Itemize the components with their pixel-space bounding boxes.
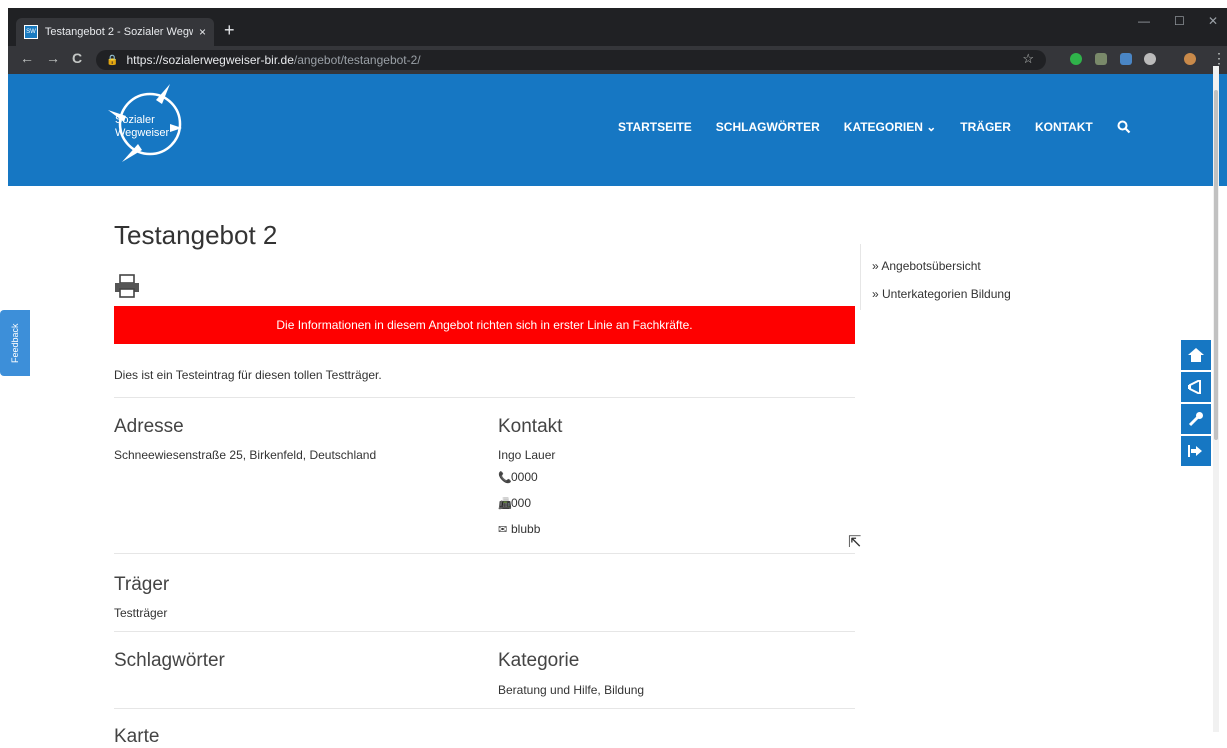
close-window-icon[interactable]: ✕ [1208, 14, 1218, 28]
reload-icon[interactable]: C [72, 50, 82, 66]
divider [114, 708, 855, 709]
fax-icon: 📠 [498, 498, 512, 510]
megaphone-icon [1188, 380, 1201, 394]
nav-traeger[interactable]: TRÄGER [960, 120, 1011, 134]
forward-icon[interactable]: → [46, 50, 60, 66]
logo-text: Sozialer Wegweiser [115, 114, 169, 140]
browser-toolbar: ← → C 🔒 https://sozialerwegweiser-bir.de… [8, 46, 1227, 74]
home-icon [1188, 348, 1204, 362]
fax-row: 📠000 [498, 496, 531, 510]
traeger-heading: Träger [114, 574, 170, 595]
fax-value: 000 [511, 496, 532, 510]
phone-value: 0000 [511, 470, 538, 484]
contact-heading: Kontakt [498, 416, 563, 437]
divider [114, 397, 855, 398]
phone-icon: 📞 [498, 472, 512, 484]
scrollbar-thumb[interactable] [1214, 90, 1218, 440]
nav-kategorien[interactable]: KATEGORIEN ⌄ [844, 120, 937, 134]
page-title: Testangebot 2 [114, 220, 278, 250]
back-icon[interactable]: ← [20, 50, 34, 66]
tab-title: Testangebot 2 - Sozialer Wegweiser [44, 26, 193, 38]
contact-name: Ingo Lauer [498, 448, 556, 462]
menu-icon[interactable]: ⋮ [1212, 50, 1226, 67]
announce-float-button[interactable] [1181, 372, 1211, 402]
alert-banner: Die Informationen in diesem Angebot rich… [114, 306, 855, 344]
logo-line-1: Sozialer [115, 114, 155, 126]
evernote-extension-icon[interactable] [1070, 53, 1082, 65]
mouse-cursor-icon: ⇱ [848, 534, 862, 551]
divider [114, 553, 855, 554]
karte-heading: Karte [114, 726, 160, 747]
feedback-tab[interactable]: Feedback [0, 310, 30, 376]
tab-bar: SW Testangebot 2 - Sozialer Wegweiser × … [8, 8, 1227, 46]
schlagwoerter-heading: Schlagwörter [114, 650, 225, 671]
divider [114, 631, 855, 632]
tab-close-icon[interactable]: × [199, 25, 206, 39]
url-path: /angebot/testangebot-2/ [293, 53, 421, 67]
profile-avatar[interactable] [1184, 53, 1196, 65]
lock-icon: 🔒 [106, 54, 119, 66]
home-float-button[interactable] [1181, 340, 1211, 370]
extension-badge-icon[interactable] [1120, 53, 1132, 65]
maximize-icon[interactable]: ☐ [1174, 14, 1185, 28]
new-tab-button[interactable]: + [224, 20, 235, 40]
kategorie-heading: Kategorie [498, 650, 580, 671]
kategorie-value[interactable]: Beratung und Hilfe, Bildung [498, 683, 644, 697]
search-icon[interactable] [1117, 120, 1131, 134]
sidebar-link-angebotsuebersicht[interactable]: » Angebotsübersicht [872, 259, 981, 273]
envelope-icon: ✉ [498, 524, 508, 536]
address-value: Schneewiesenstraße 25, Birkenfeld, Deuts… [114, 448, 377, 462]
traeger-link[interactable]: Testträger [114, 606, 167, 620]
sign-out-icon [1188, 445, 1202, 457]
bookmark-star-icon[interactable]: ☆ [1022, 51, 1034, 67]
email-row: ✉ blubb [498, 522, 540, 536]
extension-icon[interactable] [1095, 53, 1107, 65]
phone-row: 📞0000 [498, 470, 538, 484]
cursor-extension-icon[interactable] [1144, 53, 1156, 65]
browser-tab[interactable]: SW Testangebot 2 - Sozialer Wegweiser × [16, 18, 214, 46]
minimize-icon[interactable]: — [1138, 14, 1150, 28]
main-nav: STARTSEITE SCHLAGWÖRTER KATEGORIEN ⌄ TRÄ… [618, 120, 1131, 134]
sidebar-divider [860, 244, 861, 310]
favicon-icon: SW [24, 25, 38, 39]
logo-line-2: Wegweiser [115, 127, 170, 139]
nav-schlagwoerter[interactable]: SCHLAGWÖRTER [716, 120, 820, 134]
address-bar[interactable]: 🔒 https://sozialerwegweiser-bir.de /ange… [96, 50, 1046, 70]
address-heading: Adresse [114, 416, 184, 437]
wrench-icon [1188, 412, 1203, 427]
nav-kontakt[interactable]: KONTAKT [1035, 120, 1093, 134]
email-link[interactable]: blubb [511, 522, 540, 536]
url-host: https://sozialerwegweiser-bir.de [126, 53, 294, 67]
sidebar-link-unterkategorien[interactable]: » Unterkategorien Bildung [872, 287, 1011, 301]
logout-float-button[interactable] [1181, 436, 1211, 466]
description: Dies ist ein Testeintrag für diesen toll… [114, 368, 382, 382]
print-icon[interactable] [114, 274, 140, 298]
nav-startseite[interactable]: STARTSEITE [618, 120, 692, 134]
tools-float-button[interactable] [1181, 404, 1211, 434]
